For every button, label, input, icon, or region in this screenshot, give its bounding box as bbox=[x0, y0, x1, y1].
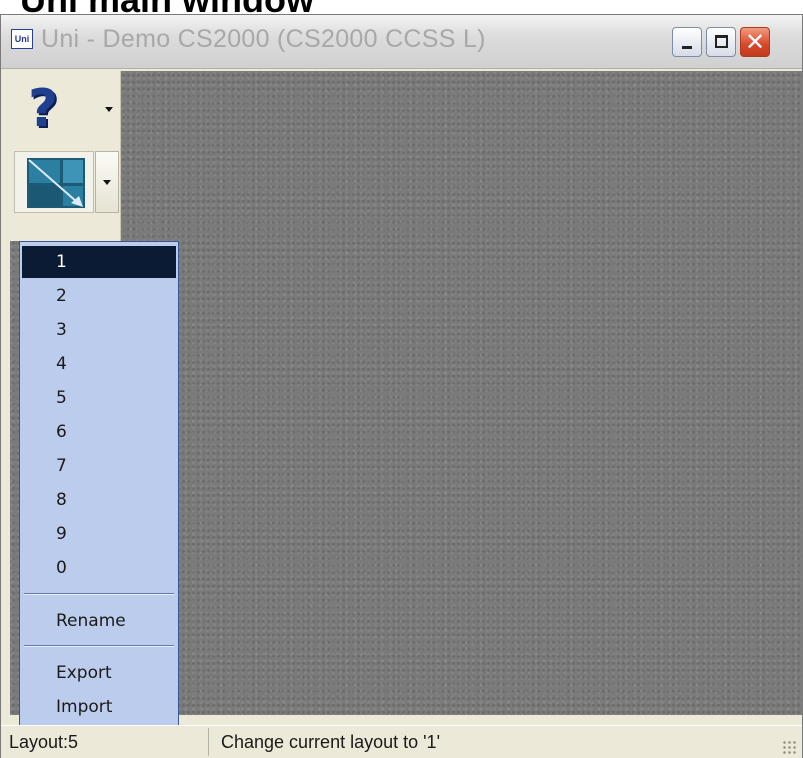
menu-item-layout-6[interactable]: 6 bbox=[22, 416, 176, 448]
menu-item-layout-2[interactable]: 2 bbox=[22, 280, 176, 312]
help-button[interactable]: ? bbox=[14, 79, 113, 141]
menu-item-layout-3[interactable]: 3 bbox=[22, 314, 176, 346]
menu-item-layout-5[interactable]: 5 bbox=[22, 382, 176, 414]
maximize-icon bbox=[715, 35, 728, 48]
menu-separator bbox=[24, 645, 174, 647]
help-dropdown-arrow[interactable] bbox=[98, 79, 120, 141]
menu-item-layout-4[interactable]: 4 bbox=[22, 348, 176, 380]
minimize-button[interactable] bbox=[672, 27, 702, 57]
menu-item-layout-7[interactable]: 7 bbox=[22, 450, 176, 482]
status-layout: Layout:5 bbox=[3, 728, 209, 756]
close-icon: ✕ bbox=[744, 28, 766, 56]
window-title: Uni - Demo CS2000 (CS2000 CCSS L) bbox=[41, 25, 486, 53]
main-window: Uni Uni - Demo CS2000 (CS2000 CCSS L) ✕ … bbox=[0, 14, 803, 758]
close-button[interactable]: ✕ bbox=[740, 27, 770, 57]
chevron-down-icon bbox=[105, 107, 113, 112]
status-bar: Layout:5 Change current layout to '1' bbox=[1, 725, 802, 758]
question-mark-icon: ? bbox=[28, 79, 59, 139]
toolbar: ? bbox=[10, 71, 121, 241]
layout-icon bbox=[27, 158, 85, 208]
status-message: Change current layout to '1' bbox=[221, 732, 441, 752]
maximize-button[interactable] bbox=[706, 27, 736, 57]
chevron-down-icon bbox=[103, 180, 111, 185]
menu-item-layout-0[interactable]: 0 bbox=[22, 552, 176, 584]
resize-grip-icon[interactable] bbox=[782, 740, 796, 754]
menu-item-layout-1[interactable]: 1 bbox=[22, 246, 176, 278]
menu-item-layout-9[interactable]: 9 bbox=[22, 518, 176, 550]
minimize-icon bbox=[682, 46, 692, 49]
menu-item-layout-8[interactable]: 8 bbox=[22, 484, 176, 516]
app-icon[interactable]: Uni bbox=[11, 29, 33, 49]
menu-item-rename[interactable]: Rename bbox=[22, 605, 176, 637]
layout-menu: 1 2 3 4 5 6 7 8 9 0 Rename Export Import bbox=[19, 241, 179, 727]
layout-dropdown-arrow[interactable] bbox=[95, 151, 119, 213]
menu-separator bbox=[24, 593, 174, 595]
menu-item-export[interactable]: Export bbox=[22, 657, 176, 689]
title-bar[interactable]: Uni Uni - Demo CS2000 (CS2000 CCSS L) ✕ bbox=[1, 15, 802, 69]
menu-item-import[interactable]: Import bbox=[22, 691, 176, 723]
layout-button[interactable] bbox=[14, 151, 94, 213]
